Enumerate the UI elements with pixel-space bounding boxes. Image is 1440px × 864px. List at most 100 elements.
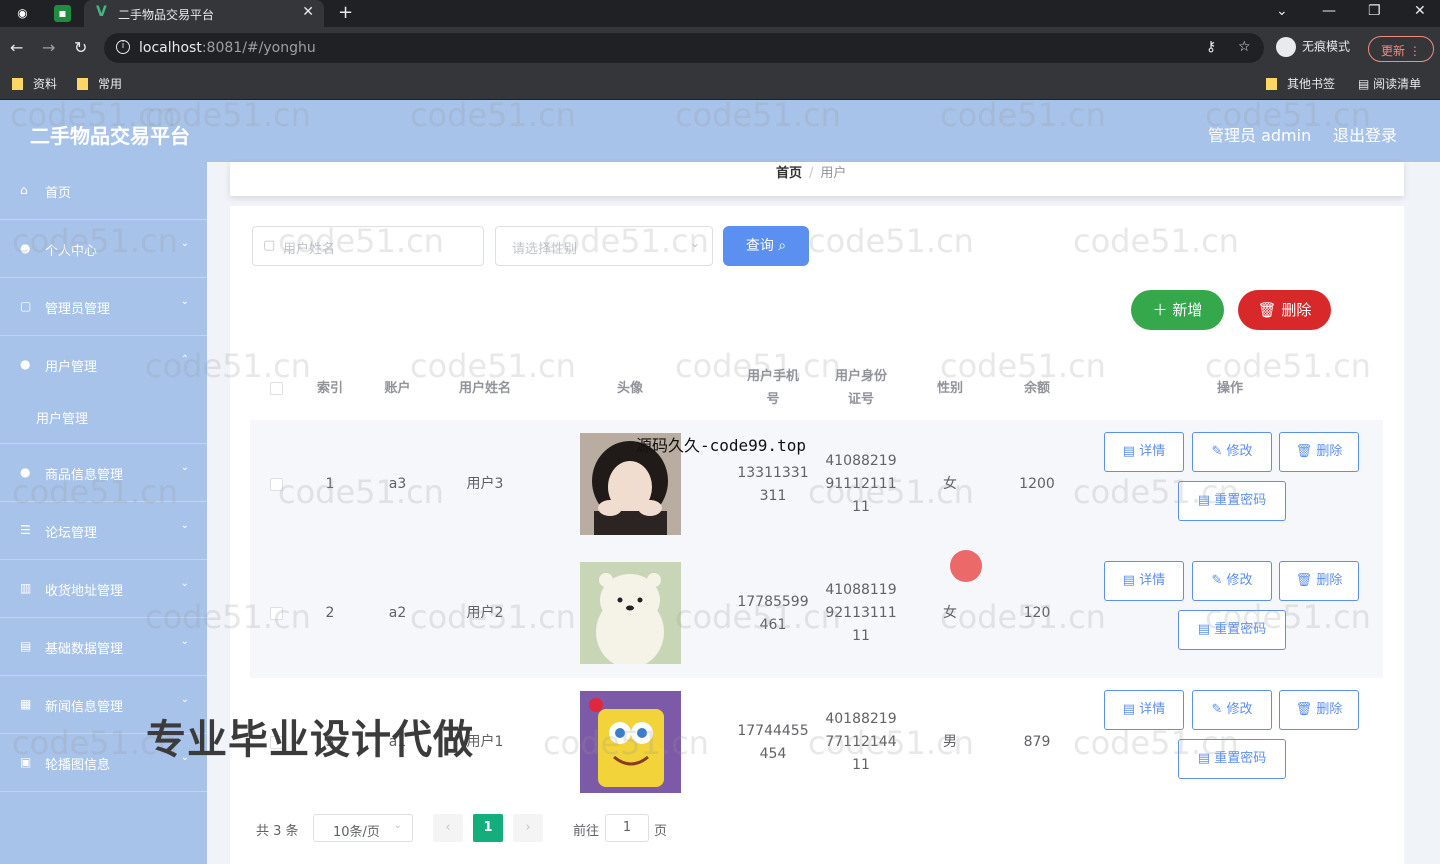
- folder-icon: [12, 78, 23, 90]
- detail-button[interactable]: ▤ 详情: [1104, 561, 1184, 601]
- prev-page-button[interactable]: ‹: [433, 814, 463, 842]
- col-balance: 余额: [1023, 380, 1050, 396]
- detail-button[interactable]: ▤ 详情: [1104, 690, 1184, 730]
- cell-index: 1: [325, 476, 335, 492]
- sidebar-item-basic-data[interactable]: ▤ 基础数据管理 ⌄: [0, 618, 207, 676]
- list-icon: ☰: [20, 523, 31, 537]
- sidebar-item-profile[interactable]: ● 个人中心 ⌄: [0, 220, 207, 278]
- chevron-down-icon: ⌄: [180, 296, 189, 307]
- input-prefix-icon: ▢: [263, 238, 276, 253]
- chevron-down-icon: ⌄: [689, 236, 700, 250]
- reset-password-button[interactable]: ▤ 重置密码: [1178, 481, 1286, 521]
- window-close-button[interactable]: ✕: [1414, 3, 1426, 19]
- bookmark-folder-changyong[interactable]: 常用: [77, 75, 122, 92]
- browser-address-bar: ← → ↻ i localhost:8081/#/yonghu ⚷ ☆ 无痕模式…: [0, 27, 1440, 69]
- tab-search-chevron-icon[interactable]: ⌄: [1276, 3, 1288, 19]
- cell-account: a3: [388, 476, 407, 492]
- pencil-icon: ✎: [1211, 573, 1223, 588]
- cell-account: a2: [388, 605, 407, 621]
- detail-button[interactable]: ▤ 详情: [1104, 432, 1184, 472]
- table-header: 索引 账户 用户姓名 头像 用户手机号 用户身份 证号 性别 余额 操作: [250, 356, 1383, 420]
- row-checkbox[interactable]: [270, 478, 283, 491]
- bookmark-star-icon[interactable]: ☆: [1238, 39, 1251, 55]
- cell-gender: 男: [943, 734, 957, 750]
- batch-delete-button[interactable]: 🗑 删除: [1238, 290, 1331, 330]
- breadcrumb: 首页 / 用户: [776, 166, 847, 181]
- edit-button[interactable]: ✎ 修改: [1192, 690, 1272, 730]
- cell-idcard: 41088219 91112111 11: [825, 453, 897, 515]
- cell-phone: 17744455 454: [737, 722, 809, 762]
- chevron-down-icon: ⌄: [180, 636, 189, 647]
- update-button[interactable]: 更新 ⋮: [1368, 36, 1434, 62]
- sidebar-item-home[interactable]: ⌂ 首页: [0, 162, 207, 220]
- promo-overlay-text: 专业毕业设计代做: [146, 717, 474, 763]
- app-title: 二手物品交易平台: [30, 124, 190, 148]
- sidebar-item-forum[interactable]: ☰ 论坛管理 ⌄: [0, 502, 207, 560]
- tab-favicon-icon[interactable]: ▪: [54, 5, 71, 22]
- minimize-button[interactable]: —: [1322, 3, 1336, 19]
- query-button[interactable]: 查询 ⌕: [723, 226, 809, 266]
- chevron-down-icon: ⌄: [180, 520, 189, 531]
- table-row: 2 a2 用户2 17785599 461 41088119 92113111 11 …: [250, 549, 1383, 678]
- browser-globe-icon[interactable]: ◉: [14, 5, 31, 22]
- sidebar-item-goods[interactable]: ● 商品信息管理 ⌄: [0, 444, 207, 502]
- sidebar-item-users[interactable]: ● 用户管理 ⌃: [0, 336, 207, 394]
- incognito-indicator[interactable]: 无痕模式: [1276, 37, 1350, 57]
- edit-button[interactable]: ✎ 修改: [1192, 561, 1272, 601]
- bookmark-folder-ziliao[interactable]: 资料: [12, 75, 57, 92]
- bookmarks-bar: 资料 常用 其他书签 ▤ 阅读清单: [0, 69, 1440, 100]
- reset-password-button[interactable]: ▤ 重置密码: [1178, 610, 1286, 650]
- reload-button[interactable]: ↻: [74, 38, 87, 57]
- sidebar-subitem-users[interactable]: 用户管理: [0, 390, 207, 444]
- avatar-sponge: [580, 691, 681, 793]
- reset-password-button[interactable]: ▤ 重置密码: [1178, 739, 1286, 779]
- restore-button[interactable]: ❐: [1368, 3, 1381, 19]
- reading-list-icon: ▤: [1358, 77, 1374, 91]
- goto-page-input[interactable]: 1: [605, 814, 649, 842]
- page-size-select[interactable]: 10条/页 ⌄: [313, 814, 413, 842]
- document-icon: ▦: [20, 697, 32, 711]
- trash-icon: 🗑: [1295, 444, 1313, 459]
- col-name: 用户姓名: [458, 380, 511, 396]
- document-icon: ▤: [1122, 444, 1136, 459]
- tab-close-icon[interactable]: ✕: [302, 4, 314, 20]
- avatar-bear: [580, 562, 681, 664]
- row-checkbox[interactable]: [270, 607, 283, 620]
- add-button[interactable]: ＋ 新增: [1131, 290, 1224, 330]
- gender-select[interactable]: 请选择性别 ⌄: [495, 226, 713, 266]
- other-bookmarks[interactable]: 其他书签: [1266, 75, 1335, 92]
- delete-button[interactable]: 🗑 删除: [1279, 432, 1359, 472]
- url-input[interactable]: i localhost:8081/#/yonghu ⚷ ☆: [104, 33, 1264, 63]
- reading-list[interactable]: ▤ 阅读清单: [1358, 75, 1421, 92]
- trash-icon: 🗑: [1257, 301, 1277, 319]
- cell-gender: 女: [943, 476, 957, 492]
- browser-tab-active[interactable]: V 二手物品交易平台 ✕: [84, 0, 324, 27]
- col-ops: 操作: [1216, 380, 1243, 396]
- pagination: 共 3 条 10条/页 ⌄ ‹ 1 › 前往 1 页: [250, 814, 750, 854]
- breadcrumb-home[interactable]: 首页: [776, 166, 802, 181]
- cell-balance: 879: [1023, 734, 1051, 750]
- sidebar-item-admin[interactable]: ▢ 管理员管理 ⌄: [0, 278, 207, 336]
- name-search-input[interactable]: ▢ 用户姓名: [252, 226, 484, 266]
- sidebar-item-address[interactable]: ▥ 收货地址管理 ⌄: [0, 560, 207, 618]
- new-tab-button[interactable]: +: [338, 2, 353, 23]
- next-page-button[interactable]: ›: [513, 814, 543, 842]
- app-header: 二手物品交易平台 管理员 admin 退出登录: [0, 100, 1440, 162]
- chevron-down-icon: ⌄: [180, 694, 189, 705]
- delete-button[interactable]: 🗑 删除: [1279, 561, 1359, 601]
- pagination-total: 共 3 条: [256, 824, 299, 839]
- page-number-current[interactable]: 1: [473, 814, 503, 842]
- url-text: localhost:8081/#/yonghu: [139, 40, 316, 56]
- forward-button[interactable]: →: [42, 38, 55, 57]
- col-idcard: 用户身份 证号: [834, 369, 887, 407]
- select-all-checkbox[interactable]: [270, 382, 283, 395]
- delete-button[interactable]: 🗑 删除: [1279, 690, 1359, 730]
- back-button[interactable]: ←: [10, 38, 23, 57]
- logout-link[interactable]: 退出登录: [1333, 122, 1397, 146]
- users-icon: ●: [20, 357, 31, 371]
- key-icon[interactable]: ⚷: [1206, 39, 1216, 55]
- folder-icon: [1266, 78, 1277, 90]
- edit-button[interactable]: ✎ 修改: [1192, 432, 1272, 472]
- cell-balance: 120: [1023, 605, 1051, 621]
- site-info-icon[interactable]: i: [116, 40, 130, 54]
